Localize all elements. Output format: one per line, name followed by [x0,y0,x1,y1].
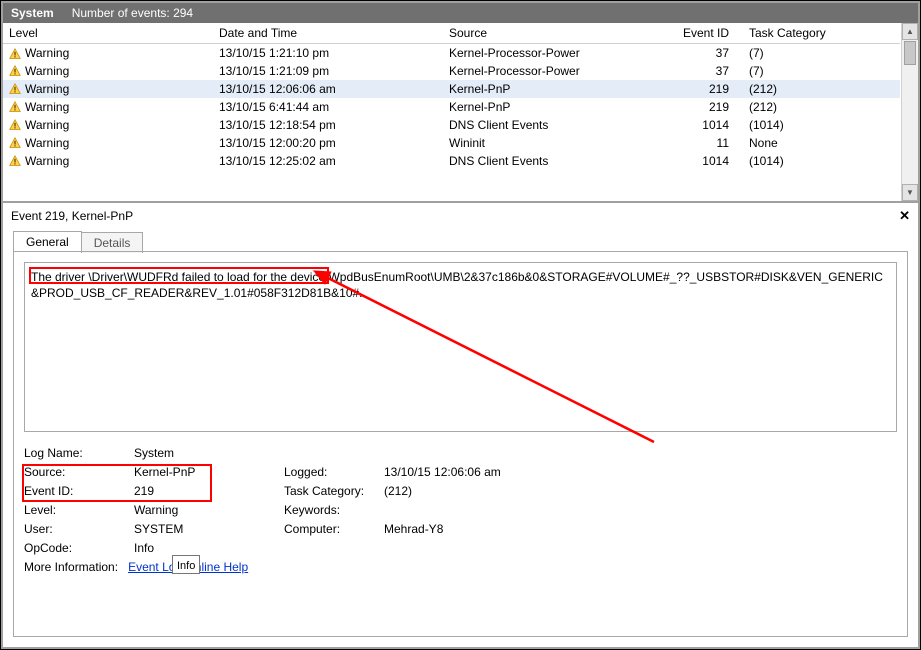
detail-title-text: Event 219, Kernel-PnP [11,209,133,223]
cell-eventid: 11 [673,134,743,152]
cell-source: Kernel-Processor-Power [443,44,673,62]
header-count: Number of events: 294 [72,6,193,20]
value-keywords [384,501,584,520]
tabs: General Details [3,230,918,251]
cell-datetime: 13/10/15 1:21:09 pm [213,62,443,80]
cell-task: None [743,134,900,152]
tab-body: The driver \Driver\WUDFRd failed to load… [13,251,908,637]
cell-level: Warning [25,46,69,60]
value-user: SYSTEM [134,520,284,539]
scrollbar-vertical[interactable]: ▲ ▼ [901,23,918,201]
cell-eventid: 37 [673,62,743,80]
cell-source: Wininit [443,134,673,152]
col-task[interactable]: Task Category [743,23,900,44]
label-keywords: Keywords: [284,501,384,520]
table-row[interactable]: Warning 13/10/15 12:00:20 pmWininit11None [3,134,900,152]
cell-task: (7) [743,62,900,80]
header-title: System [11,6,54,20]
value-opcode: Info [134,539,284,558]
cell-level: Warning [25,136,69,150]
cell-source: Kernel-Processor-Power [443,62,673,80]
cell-datetime: 13/10/15 1:21:10 pm [213,44,443,62]
cell-source: DNS Client Events [443,152,673,170]
table-header-row: Level Date and Time Source Event ID Task… [3,23,900,44]
label-computer: Computer: [284,520,384,539]
message-highlighted: The driver \Driver\WUDFRd failed to load… [31,270,328,284]
scroll-down-button[interactable]: ▼ [902,184,918,201]
cell-datetime: 13/10/15 12:06:06 am [213,80,443,98]
cell-eventid: 1014 [673,116,743,134]
value-eventid: 219 [134,482,284,501]
cell-task: (212) [743,98,900,116]
warning-icon [9,64,25,78]
table-row[interactable]: Warning 13/10/15 12:25:02 amDNS Client Ev… [3,152,900,170]
table-row[interactable]: Warning 13/10/15 1:21:09 pmKernel-Process… [3,62,900,80]
col-eventid[interactable]: Event ID [673,23,743,44]
label-source: Source: [24,463,134,482]
cell-level: Warning [25,118,69,132]
col-datetime[interactable]: Date and Time [213,23,443,44]
tab-general[interactable]: General [13,231,82,252]
label-logged: Logged: [284,463,384,482]
label-level: Level: [24,501,134,520]
warning-icon [9,154,25,168]
close-icon[interactable]: ✕ [899,208,910,224]
warning-icon [9,136,25,150]
cell-datetime: 13/10/15 12:00:20 pm [213,134,443,152]
value-logged: 13/10/15 12:06:06 am [384,463,584,482]
cell-datetime: 13/10/15 12:25:02 am [213,152,443,170]
label-user: User: [24,520,134,539]
events-table: Level Date and Time Source Event ID Task… [3,23,900,170]
table-row[interactable]: Warning 13/10/15 12:06:06 amKernel-PnP219… [3,80,900,98]
table-row[interactable]: Warning 13/10/15 6:41:44 amKernel-PnP219(… [3,98,900,116]
cell-eventid: 219 [673,98,743,116]
warning-icon [9,82,25,96]
value-logname: System [134,444,284,463]
cell-datetime: 13/10/15 6:41:44 am [213,98,443,116]
cell-source: DNS Client Events [443,116,673,134]
warning-icon [9,118,25,132]
cell-level: Warning [25,82,69,96]
cell-level: Warning [25,64,69,78]
scroll-up-button[interactable]: ▲ [902,23,918,40]
cell-task: (1014) [743,152,900,170]
cell-level: Warning [25,100,69,114]
cell-eventid: 219 [673,80,743,98]
cell-level: Warning [25,154,69,168]
scroll-thumb[interactable] [904,41,916,65]
tooltip-info: Info [172,555,200,574]
cell-datetime: 13/10/15 12:18:54 pm [213,116,443,134]
cell-task: (212) [743,80,900,98]
label-taskcat: Task Category: [284,482,384,501]
warning-icon [9,100,25,114]
label-opcode: OpCode: [24,539,134,558]
value-taskcat: (212) [384,482,584,501]
events-panel: Level Date and Time Source Event ID Task… [3,23,918,203]
event-message: The driver \Driver\WUDFRd failed to load… [24,262,897,432]
label-eventid: Event ID: [24,482,134,501]
cell-eventid: 1014 [673,152,743,170]
table-row[interactable]: Warning 13/10/15 12:18:54 pmDNS Client Ev… [3,116,900,134]
prop-labels-right: Logged: Task Category: Keywords: Compute… [284,444,384,577]
prop-values-right: 13/10/15 12:06:06 am (212) Mehrad-Y8 [384,444,584,577]
col-level[interactable]: Level [3,23,213,44]
col-source[interactable]: Source [443,23,673,44]
detail-panel: Event 219, Kernel-PnP ✕ General Details … [3,203,918,647]
header-bar: System Number of events: 294 [3,3,918,23]
cell-task: (1014) [743,116,900,134]
table-row[interactable]: Warning 13/10/15 1:21:10 pmKernel-Process… [3,44,900,62]
value-computer: Mehrad-Y8 [384,520,584,539]
cell-eventid: 37 [673,44,743,62]
event-properties: Log Name: Source: Event ID: Level: User:… [24,444,897,577]
warning-icon [9,46,25,60]
prop-values-left: System Kernel-PnP 219 Warning SYSTEM Inf… [134,444,284,577]
value-level: Warning [134,501,284,520]
cell-source: Kernel-PnP [443,98,673,116]
cell-source: Kernel-PnP [443,80,673,98]
tab-details[interactable]: Details [81,232,144,253]
cell-task: (7) [743,44,900,62]
value-source: Kernel-PnP [134,463,284,482]
label-logname: Log Name: [24,444,134,463]
